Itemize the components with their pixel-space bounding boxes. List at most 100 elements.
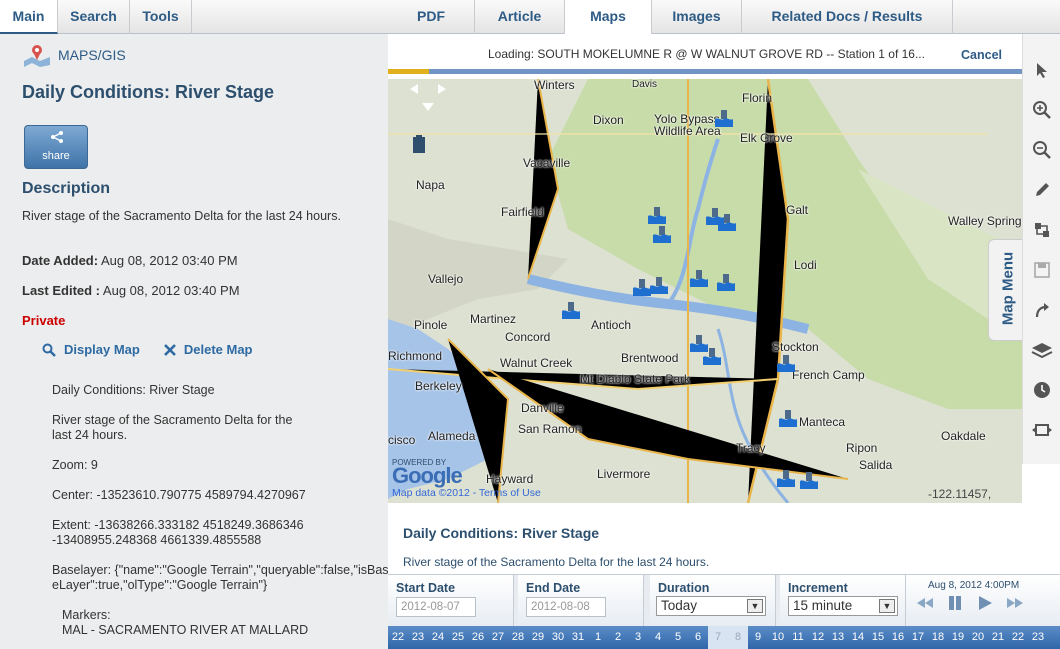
tab-main[interactable]: Main (0, 0, 58, 34)
dropdown-arrow-icon: ▼ (747, 599, 763, 613)
river-station-marker[interactable] (777, 354, 795, 372)
zoom-in-tool[interactable] (1023, 90, 1060, 130)
category-label: MAPS/GIS (22, 43, 126, 67)
tab-images[interactable]: Images (652, 0, 742, 34)
end-date-input[interactable]: 2012-08-08 (526, 597, 606, 617)
delete-map-link[interactable]: Delete Map (163, 342, 253, 357)
timeline-day[interactable]: 26 (468, 626, 488, 649)
timeline-day[interactable]: 7 (708, 626, 728, 649)
timeline-day[interactable]: 28 (508, 626, 528, 649)
map-canvas[interactable]: Winters Florin Dixon Yolo Bypass Wildlife A… (388, 79, 1022, 503)
map-menu-label: Map Menu (999, 251, 1017, 326)
timeline-day[interactable]: 10 (768, 626, 788, 649)
loading-bar: Loading: SOUTH MOKELUMNE R @ W WALNUT GR… (388, 34, 1022, 74)
river-station-marker[interactable] (718, 213, 736, 231)
timeline-day[interactable]: 4 (648, 626, 668, 649)
map-attribution[interactable]: Map data ©2012 - Terms of Use (392, 487, 541, 499)
timeline-day[interactable]: 5 (668, 626, 688, 649)
timeline-day[interactable]: 1 (588, 626, 608, 649)
timeline-day[interactable]: 23 (1028, 626, 1048, 649)
play-icon[interactable] (976, 595, 994, 611)
river-station-marker[interactable] (715, 109, 733, 127)
share-button[interactable]: share (24, 125, 88, 169)
timeline-day[interactable]: 18 (928, 626, 948, 649)
timeline-day[interactable]: 21 (988, 626, 1008, 649)
timeline-day[interactable]: 13 (828, 626, 848, 649)
pointer-tool[interactable] (1023, 50, 1060, 90)
timeline-day[interactable]: 9 (748, 626, 768, 649)
tab-related-docs[interactable]: Related Docs / Results (742, 0, 953, 34)
river-station-marker[interactable] (650, 276, 668, 294)
tab-tools[interactable]: Tools (130, 0, 192, 34)
timeline-day[interactable]: 17 (908, 626, 928, 649)
timeline-day[interactable]: 3 (628, 626, 648, 649)
river-station-marker[interactable] (653, 225, 671, 243)
timeline-day[interactable]: 22 (1008, 626, 1028, 649)
timeline-day[interactable]: 25 (448, 626, 468, 649)
fullscreen-tool[interactable] (1023, 410, 1060, 450)
timeline-day[interactable]: 15 (868, 626, 888, 649)
cancel-button[interactable]: Cancel (961, 48, 1002, 62)
river-station-marker[interactable] (703, 347, 721, 365)
river-station-marker[interactable] (648, 206, 666, 224)
river-station-marker[interactable] (690, 269, 708, 287)
timeline-day[interactable]: 16 (888, 626, 908, 649)
save-tool[interactable] (1023, 250, 1060, 290)
detail-markers-label: Markers: (62, 608, 111, 622)
timeline-day[interactable]: 8 (728, 626, 748, 649)
river-station-marker[interactable] (779, 409, 797, 427)
tab-article[interactable]: Article (475, 0, 565, 34)
timeline-day[interactable]: 27 (488, 626, 508, 649)
river-station-marker[interactable] (800, 471, 818, 489)
timeline-strip: 22 23 24 25 26 27 28 29 30 31 1 2 3 4 5 6 7 8 9 10 11 12 13 14 1… (388, 626, 1060, 649)
zoom-out-tool[interactable] (1023, 130, 1060, 170)
display-map-link[interactable]: Display Map (42, 342, 140, 357)
last-edited-label: Last Edited : (22, 283, 101, 298)
dropdown-arrow-icon: ▼ (879, 599, 895, 613)
current-time: Aug 8, 2012 4:00PM (928, 580, 1020, 591)
timeline-day[interactable]: 14 (848, 626, 868, 649)
pan-arrows-icon[interactable] (406, 81, 450, 111)
timeline-day[interactable]: 29 (528, 626, 548, 649)
time-tool[interactable] (1023, 370, 1060, 410)
river-station-marker[interactable] (562, 301, 580, 319)
timeline-day[interactable]: 22 (388, 626, 408, 649)
timeline-day[interactable]: 12 (808, 626, 828, 649)
timeline-day[interactable]: 6 (688, 626, 708, 649)
draw-tool[interactable] (1023, 170, 1060, 210)
measure-tool[interactable] (1023, 210, 1060, 250)
tab-search[interactable]: Search (58, 0, 130, 34)
layers-tool[interactable] (1023, 330, 1060, 370)
duration-select[interactable]: Today ▼ (656, 596, 766, 616)
map-place-label: Danville (521, 401, 564, 415)
gauge-station-icon (779, 410, 797, 427)
tab-maps[interactable]: Maps (565, 0, 652, 34)
increment-select[interactable]: 15 minute ▼ (788, 596, 898, 616)
document-details: MAPS/GIS Daily Conditions: River Stage s… (0, 35, 388, 649)
rewind-icon[interactable] (916, 595, 934, 611)
map-details: Daily Conditions: River Stage River stag… (52, 383, 388, 649)
start-date-input[interactable]: 2012-08-07 (396, 597, 476, 617)
fast-forward-icon[interactable] (1006, 595, 1024, 611)
timeline-day[interactable]: 23 (408, 626, 428, 649)
timeline-day[interactable]: 2 (608, 626, 628, 649)
loading-text: Loading: SOUTH MOKELUMNE R @ W WALNUT GR… (488, 47, 925, 61)
delete-x-icon (163, 343, 176, 356)
river-station-marker[interactable] (717, 273, 735, 291)
river-station-marker[interactable] (633, 278, 651, 296)
map-actions: Display Map Delete Map (42, 342, 253, 357)
timeline-day[interactable]: 31 (568, 626, 588, 649)
timeline-day[interactable]: 24 (428, 626, 448, 649)
map-place-label: Brentwood (621, 351, 679, 365)
tab-pdf[interactable]: PDF (388, 0, 475, 34)
map-menu-toggle[interactable]: Map Menu (988, 239, 1022, 341)
pointer-icon (1037, 63, 1047, 78)
timeline-day[interactable]: 20 (968, 626, 988, 649)
redo-tool[interactable] (1023, 290, 1060, 330)
pause-icon[interactable] (946, 595, 964, 611)
timeline-day[interactable]: 30 (548, 626, 568, 649)
timeline-day[interactable]: 11 (788, 626, 808, 649)
river-station-marker[interactable] (777, 469, 795, 487)
timeline-day[interactable]: 19 (948, 626, 968, 649)
zoom-slider-icon[interactable] (412, 135, 426, 155)
